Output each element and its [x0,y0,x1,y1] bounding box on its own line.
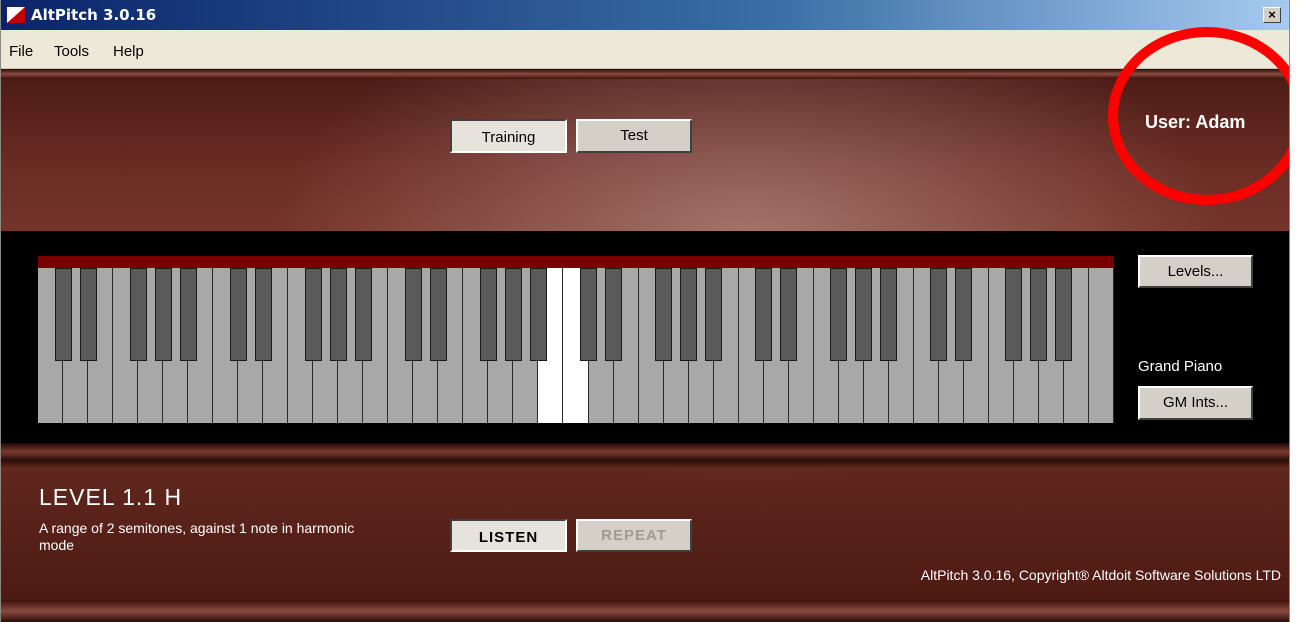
instrument-label: Grand Piano [1138,358,1223,375]
level-panel: LEVEL 1.1 H A range of 2 semitones, agai… [1,443,1289,622]
menu-file[interactable]: File [9,43,33,60]
training-button[interactable]: Training [450,119,567,153]
black-key[interactable] [504,268,522,361]
black-key[interactable] [404,268,422,361]
copyright-text: AltPitch 3.0.16, Copyright® Altdoit Soft… [920,567,1281,583]
level-description: A range of 2 semitones, against 1 note i… [39,520,355,553]
black-key[interactable] [79,268,97,361]
black-key[interactable] [154,268,172,361]
black-key[interactable] [479,268,497,361]
black-key[interactable] [830,268,848,361]
black-key[interactable] [54,268,72,361]
piano-keyboard[interactable] [38,268,1114,423]
close-button[interactable]: × [1263,7,1281,23]
listen-button[interactable]: LISTEN [450,519,567,552]
black-key[interactable] [605,268,623,361]
black-key[interactable] [755,268,773,361]
black-key[interactable] [580,268,597,361]
white-key[interactable] [1088,268,1114,423]
test-button[interactable]: Test [576,119,692,153]
black-key[interactable] [1055,268,1073,361]
keyboard-top-bar [38,256,1114,268]
app-window: AltPitch 3.0.16 × File Tools Help Traini… [0,0,1290,622]
black-key[interactable] [329,268,347,361]
black-key[interactable] [880,268,898,361]
level-title: LEVEL 1.1 H [39,484,183,510]
black-key[interactable] [304,268,322,361]
black-key[interactable] [705,268,723,361]
black-key[interactable] [855,268,873,361]
mode-panel: Training Test User: Adam [1,27,1289,231]
black-key[interactable] [780,268,798,361]
black-key[interactable] [529,268,547,361]
black-key[interactable] [179,268,197,361]
black-key[interactable] [955,268,973,361]
black-key[interactable] [930,268,948,361]
black-key[interactable] [1030,268,1048,361]
black-key[interactable] [129,268,147,361]
title-bar[interactable]: AltPitch 3.0.16 × [1,0,1289,30]
app-logo-icon [7,7,25,23]
window-title: AltPitch 3.0.16 [31,6,157,24]
keyboard-panel: Levels... Grand Piano GM Ints... [1,231,1289,443]
black-key[interactable] [254,268,272,361]
main-content: Training Test User: Adam Levels... Grand… [1,27,1289,622]
menu-help[interactable]: Help [113,43,144,60]
repeat-button[interactable]: REPEAT [576,519,692,552]
user-label: User: Adam [1145,112,1246,132]
levels-button[interactable]: Levels... [1138,255,1253,288]
black-key[interactable] [429,268,447,361]
menu-bar: File Tools Help [1,30,1289,69]
gm-instruments-button[interactable]: GM Ints... [1138,386,1253,420]
black-key[interactable] [229,268,247,361]
black-key[interactable] [354,268,372,361]
menu-tools[interactable]: Tools [54,43,89,60]
black-key[interactable] [655,268,673,361]
black-key[interactable] [680,268,698,361]
black-key[interactable] [1005,268,1023,361]
